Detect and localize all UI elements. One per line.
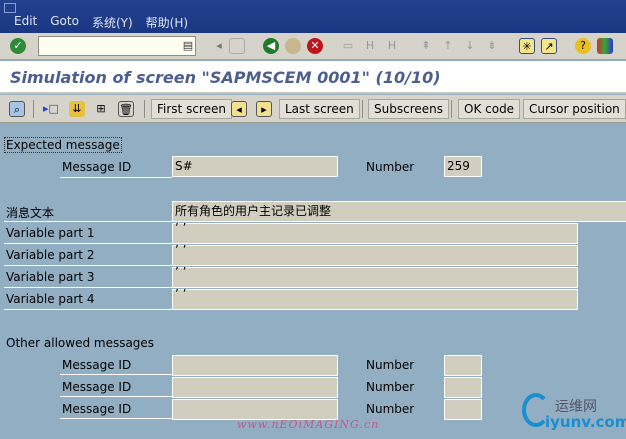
variable-part-4-field[interactable]: ’ ’: [172, 288, 578, 310]
menu-help[interactable]: 帮助(H): [146, 14, 188, 31]
structure-icon[interactable]: ⊞: [93, 101, 109, 117]
delete-icon[interactable]: 🗑: [118, 101, 134, 117]
cursor-position-button[interactable]: Cursor position: [523, 99, 626, 119]
command-field[interactable]: [38, 36, 196, 56]
exit-icon[interactable]: [285, 38, 301, 54]
print-icon[interactable]: ▭: [340, 38, 356, 54]
next-page-icon[interactable]: ↓: [462, 38, 478, 54]
screen-title-bar: Simulation of screen "SAPMSCEM 0001" (10…: [0, 61, 626, 94]
variable-part-1-field[interactable]: ’ ’: [172, 222, 578, 244]
message-id-label: Message ID: [62, 358, 132, 372]
expected-message-heading: Expected message: [4, 137, 122, 153]
other-message-id-field-1[interactable]: [172, 355, 338, 376]
window-menu-icon[interactable]: [4, 3, 16, 13]
subscreens-button[interactable]: Subscreens: [368, 99, 449, 119]
previous-screen-icon[interactable]: ◂: [231, 101, 247, 117]
command-history-icon[interactable]: ▤: [180, 38, 196, 54]
message-id-label: Message ID: [62, 160, 132, 174]
back-icon[interactable]: ◀: [263, 38, 279, 54]
back-arrow-icon[interactable]: ◂: [211, 38, 227, 54]
other-messages-heading: Other allowed messages: [6, 336, 155, 350]
ok-code-button[interactable]: OK code: [458, 99, 521, 119]
last-page-icon[interactable]: ⇟: [484, 38, 500, 54]
watermark-iyunv: iyunv.com: [545, 413, 626, 431]
variable-part-3-field[interactable]: ’ ’: [172, 266, 578, 288]
cancel-icon[interactable]: ✕: [307, 38, 323, 54]
find-icon[interactable]: H: [362, 38, 378, 54]
message-id-label: Message ID: [62, 380, 132, 394]
number-label: Number: [366, 402, 415, 416]
other-message-id-field-2[interactable]: [172, 377, 338, 398]
last-screen-button[interactable]: Last screen: [279, 99, 360, 119]
variable-part-4-label: Variable part 4: [6, 292, 95, 306]
variable-part-1-label: Variable part 1: [6, 226, 95, 240]
other-number-field-2[interactable]: [444, 377, 482, 398]
help-icon[interactable]: ?: [575, 38, 591, 54]
variable-part-2-field[interactable]: ’ ’: [172, 244, 578, 266]
first-screen-button[interactable]: First screen: [151, 99, 232, 119]
save-icon[interactable]: [229, 38, 245, 54]
message-text-field[interactable]: 所有角色的用户主记录已调整: [172, 201, 626, 222]
menu-system[interactable]: 系统(Y): [92, 14, 133, 31]
zoom-icon[interactable]: ⌕: [9, 101, 25, 117]
select-icon[interactable]: ▸□: [43, 101, 59, 117]
expand-icon[interactable]: ⇊: [69, 101, 85, 117]
new-session-icon[interactable]: ✳: [519, 38, 535, 54]
menu-edit[interactable]: Edit: [14, 14, 37, 31]
message-text-label: 消息文本: [6, 206, 55, 220]
prev-page-icon[interactable]: ↑: [440, 38, 456, 54]
message-id-label: Message ID: [62, 402, 132, 416]
variable-part-2-label: Variable part 2: [6, 248, 95, 262]
first-page-icon[interactable]: ⇞: [418, 38, 434, 54]
enter-icon[interactable]: ✓: [10, 38, 26, 54]
number-label: Number: [366, 358, 415, 372]
other-message-id-field-3[interactable]: [172, 399, 338, 420]
other-number-field-1[interactable]: [444, 355, 482, 376]
layout-menu-icon[interactable]: [597, 38, 613, 54]
message-id-field[interactable]: S#: [172, 156, 338, 177]
menu-bar: Edit Goto 系统(Y) 帮助(H): [14, 14, 188, 31]
watermark-neoimaging: www.nEOiMAGING.cn: [237, 418, 380, 431]
menu-goto[interactable]: Goto: [50, 14, 79, 31]
page-title: Simulation of screen "SAPMSCEM 0001" (10…: [10, 68, 441, 87]
next-screen-icon[interactable]: ▸: [256, 101, 272, 117]
variable-part-3-label: Variable part 3: [6, 270, 95, 284]
number-label: Number: [366, 160, 415, 174]
number-field[interactable]: 259: [444, 156, 482, 177]
other-number-field-3[interactable]: [444, 399, 482, 420]
number-label: Number: [366, 380, 415, 394]
shortcut-icon[interactable]: ↗: [541, 38, 557, 54]
find-next-icon[interactable]: H: [384, 38, 400, 54]
